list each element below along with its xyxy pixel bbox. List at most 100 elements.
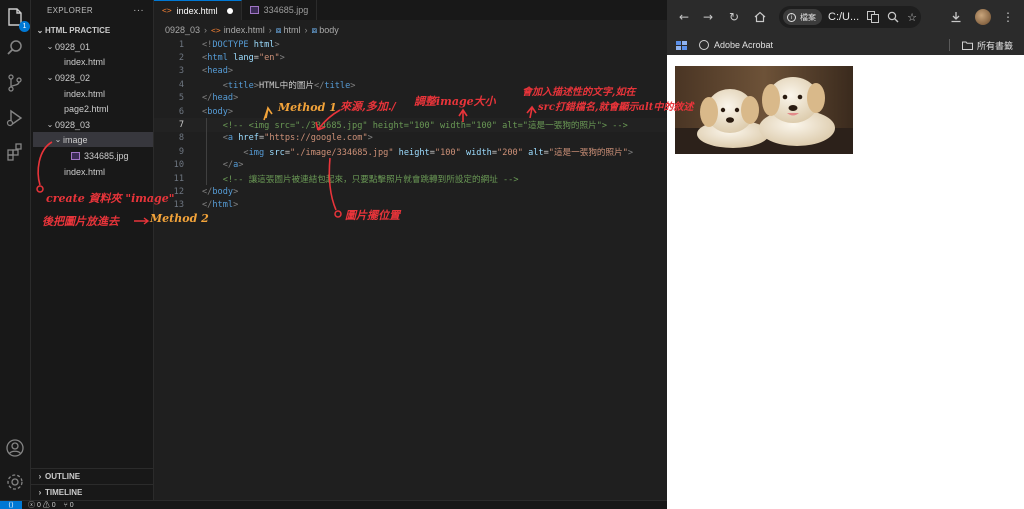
unsaved-dot-icon[interactable] [226, 7, 233, 14]
code-text[interactable]: <html lang="en"> [184, 53, 285, 63]
code-line[interactable]: 12 </body> [154, 185, 667, 198]
tree-file-index-html[interactable]: index.html [64, 86, 105, 101]
translate-icon[interactable] [865, 9, 881, 25]
apps-grid-icon[interactable] [676, 38, 688, 52]
annotation-method2: Method 2 [150, 212, 209, 225]
more-menu-icon[interactable]: ⋮ [999, 8, 1017, 26]
code-line[interactable]: 10 </a> [154, 159, 667, 172]
tree-file-334685-jpg[interactable]: 334685.jpg [71, 148, 129, 163]
more-actions-icon[interactable]: ··· [133, 5, 144, 16]
tree-folder-0928-02[interactable]: ⌄ 0928_02 [45, 70, 90, 85]
code-line[interactable]: 11 <!-- 讓這張圖片被連結包起來，只要點擊照片就會跳轉到所設定的網址 --… [154, 172, 667, 185]
image-file-icon [249, 6, 259, 14]
profile-avatar[interactable] [975, 9, 991, 25]
breadcrumb-body[interactable]: body [319, 25, 339, 35]
code-line[interactable]: 1 <!DOCTYPE html> [154, 38, 667, 51]
line-number: 2 [178, 53, 184, 64]
timeline-section[interactable]: › TIMELINE [31, 484, 153, 500]
address-bar[interactable]: i 檔案 C:/U... ☆ [779, 6, 921, 28]
code-text[interactable]: </html> [184, 200, 238, 210]
annotation-move-image: 後把圖片放進去 [42, 215, 119, 228]
breadcrumb-file[interactable]: index.html [224, 25, 265, 35]
image-file-icon [71, 151, 80, 160]
remote-icon[interactable]: ⟨⟩ [0, 500, 22, 509]
tree-root-html-practice[interactable]: ⌄ HTML PRACTICE [35, 23, 111, 38]
line-number: 7 [178, 120, 184, 131]
bookmark-label: 所有書籤 [977, 40, 1014, 51]
bookmark-adobe-acrobat[interactable]: Adobe Acrobat [699, 38, 773, 52]
tree-label: 0928_02 [55, 72, 91, 83]
globe-icon [699, 40, 709, 50]
outline-label: OUTLINE [45, 472, 81, 481]
html-file-icon: <> [211, 25, 221, 35]
tree-folder-0928-01[interactable]: ⌄ 0928_01 [45, 39, 90, 54]
tree-folder-0928-03[interactable]: ⌄ 0928_03 [45, 117, 90, 132]
element-cube-icon: ⧈ [275, 24, 282, 35]
tree-file-index-html[interactable]: index.html [64, 164, 105, 179]
bookmark-star-icon[interactable]: ☆ [904, 9, 920, 25]
explorer-badge: 1 [19, 21, 30, 32]
code-text[interactable]: </body> [184, 187, 238, 197]
problems-count[interactable]: ⓧ 0 ⚠ 0 [28, 500, 56, 509]
download-icon[interactable] [947, 8, 965, 26]
forward-arrow-icon[interactable]: → [699, 8, 717, 26]
code-text[interactable]: <body> [184, 107, 233, 117]
code-line[interactable]: 13 </html> [154, 199, 667, 212]
code-text[interactable]: <!-- 讓這張圖片被連結包起來，只要點擊照片就會跳轉到所設定的網址 --> [184, 173, 519, 185]
bookmark-all-bookmarks[interactable]: 所有書籤 [962, 38, 1013, 52]
tree-label: 0928_03 [55, 119, 91, 130]
breadcrumb: 0928_03 › <> index.html › ⧈ html › ⧈ bod… [154, 21, 667, 39]
code-line[interactable]: 9 <img src="./image/334685.jpg" height="… [154, 145, 667, 158]
editor-pane: <> index.html 334685.jpg 0928_03 › <> in… [0, 0, 667, 509]
tree-folder-image[interactable]: ⌄ image [33, 132, 153, 147]
breadcrumb-folder[interactable]: 0928_03 [165, 25, 200, 35]
settings-gear-icon[interactable] [4, 471, 26, 493]
tree-label: index.html [64, 166, 106, 177]
outline-section[interactable]: › OUTLINE [31, 468, 153, 484]
explorer-icon[interactable]: 1 [4, 6, 30, 32]
breadcrumb-html[interactable]: html [283, 25, 300, 35]
explorer-header: EXPLORER ··· [31, 0, 153, 20]
home-icon[interactable] [751, 8, 769, 26]
annotation-alt-line2: src打錯檔名,就會顯示alt中的敘述 [538, 102, 694, 113]
code-line[interactable]: 8 <a href="https://google.com"> [154, 132, 667, 145]
code-text[interactable]: <!-- <img src="./334685.jpg" height="100… [184, 119, 628, 131]
code-line[interactable]: 7 <!-- <img src="./334685.jpg" height="1… [154, 118, 667, 132]
code-text[interactable]: </a> [184, 160, 244, 170]
code-text[interactable]: <title>HTML中的圖片</title> [184, 79, 356, 91]
reload-icon[interactable]: ↻ [725, 8, 743, 26]
code-text[interactable]: <!DOCTYPE html> [184, 40, 280, 50]
code-text[interactable]: </head> [184, 93, 238, 103]
rendered-page [667, 55, 1024, 509]
url-text[interactable]: C:/U... [828, 11, 859, 23]
tree-file-index-html[interactable]: index.html [64, 54, 105, 69]
code-editor[interactable]: 1 <!DOCTYPE html> 2 <html lang="en"> 3 <head>… [154, 38, 667, 218]
code-line[interactable]: 3 <head> [154, 65, 667, 78]
browser-toolbar: ← → ↻ i 檔案 C:/U... ☆ ⋮ [667, 0, 1024, 35]
activity-bar: 1 [0, 0, 31, 509]
status-bar: ⟨⟩ ⓧ 0 ⚠ 0 ⑂ 0 [0, 500, 667, 509]
code-text[interactable]: <head> [184, 66, 233, 76]
tab-index-html[interactable]: <> index.html [154, 0, 242, 20]
chevron-right-icon: › [268, 25, 272, 35]
run-debug-icon[interactable] [4, 107, 26, 129]
account-icon[interactable] [4, 437, 26, 459]
puppy-photo-link[interactable] [675, 66, 853, 154]
search-icon[interactable] [4, 37, 26, 59]
tab-334685-jpg[interactable]: 334685.jpg [242, 0, 318, 20]
tree-file-page2-html[interactable]: page2.html [64, 101, 109, 116]
editor-tabs: <> index.html 334685.jpg [154, 0, 667, 20]
site-info-chip[interactable]: i 檔案 [783, 9, 822, 25]
source-control-icon[interactable] [4, 72, 26, 94]
code-line[interactable]: 2 <html lang="en"> [154, 51, 667, 64]
ports-count[interactable]: ⑂ 0 [64, 502, 74, 509]
zoom-icon[interactable] [885, 9, 901, 25]
extensions-icon[interactable] [4, 141, 26, 163]
bookmarks-bar: Adobe Acrobat 所有書籤 [667, 35, 1024, 55]
tree-label: 334685.jpg [84, 150, 129, 161]
chevron-right-icon: › [304, 25, 308, 35]
annotation-resize: 調整image大小 [414, 95, 496, 108]
back-arrow-icon[interactable]: ← [675, 8, 693, 26]
code-text[interactable]: <img src="./image/334685.jpg" height="10… [184, 146, 633, 158]
code-text[interactable]: <a href="https://google.com"> [184, 133, 373, 143]
